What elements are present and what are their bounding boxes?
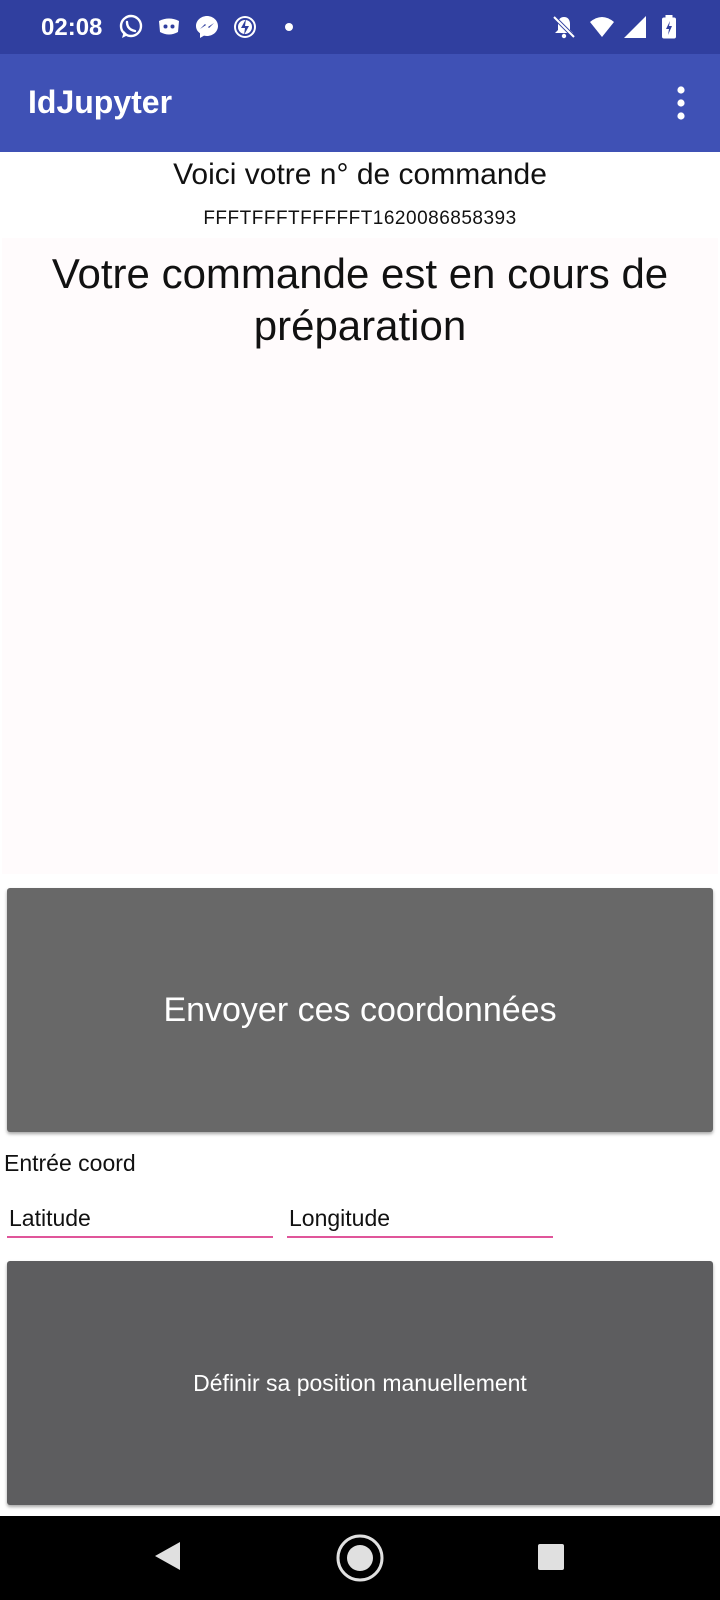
longitude-field[interactable]	[287, 1200, 553, 1238]
order-number: FFFTFFFTFFFFFT1620086858393	[203, 208, 517, 229]
latitude-field[interactable]	[7, 1200, 273, 1238]
battery-icon	[662, 15, 676, 39]
navigation-bar	[0, 1516, 720, 1600]
more-vert-icon[interactable]	[666, 84, 696, 122]
send-coordinates-button[interactable]: Envoyer ces coordonnées	[7, 888, 713, 1132]
whatsapp-icon	[119, 14, 143, 38]
wifi-icon	[590, 17, 614, 37]
notifications-off-icon	[552, 15, 576, 39]
status-time: 02:08	[41, 14, 103, 41]
app-bar: IdJupyter	[0, 54, 720, 152]
latitude-input[interactable]	[7, 1200, 273, 1236]
back-icon[interactable]	[152, 1540, 182, 1572]
signal-icon	[624, 16, 646, 38]
recents-icon[interactable]	[538, 1544, 564, 1570]
status-bar: 02:08	[0, 0, 720, 54]
manual-position-button[interactable]: Définir sa position manuellement	[7, 1261, 713, 1505]
power-save-icon	[234, 16, 256, 38]
app-title: IdJupyter	[28, 84, 173, 120]
longitude-input[interactable]	[287, 1200, 553, 1236]
messenger-icon	[196, 16, 218, 38]
coordinates-entry-label: Entrée coord	[4, 1150, 136, 1176]
order-status-message: Votre commande est en cours de préparati…	[51, 250, 669, 349]
discord-icon	[159, 18, 179, 35]
status-panel: Votre commande est en cours de préparati…	[2, 238, 718, 874]
home-icon[interactable]	[335, 1533, 385, 1583]
dot-icon	[285, 23, 293, 31]
order-number-label: Voici votre n° de commande	[173, 158, 547, 191]
